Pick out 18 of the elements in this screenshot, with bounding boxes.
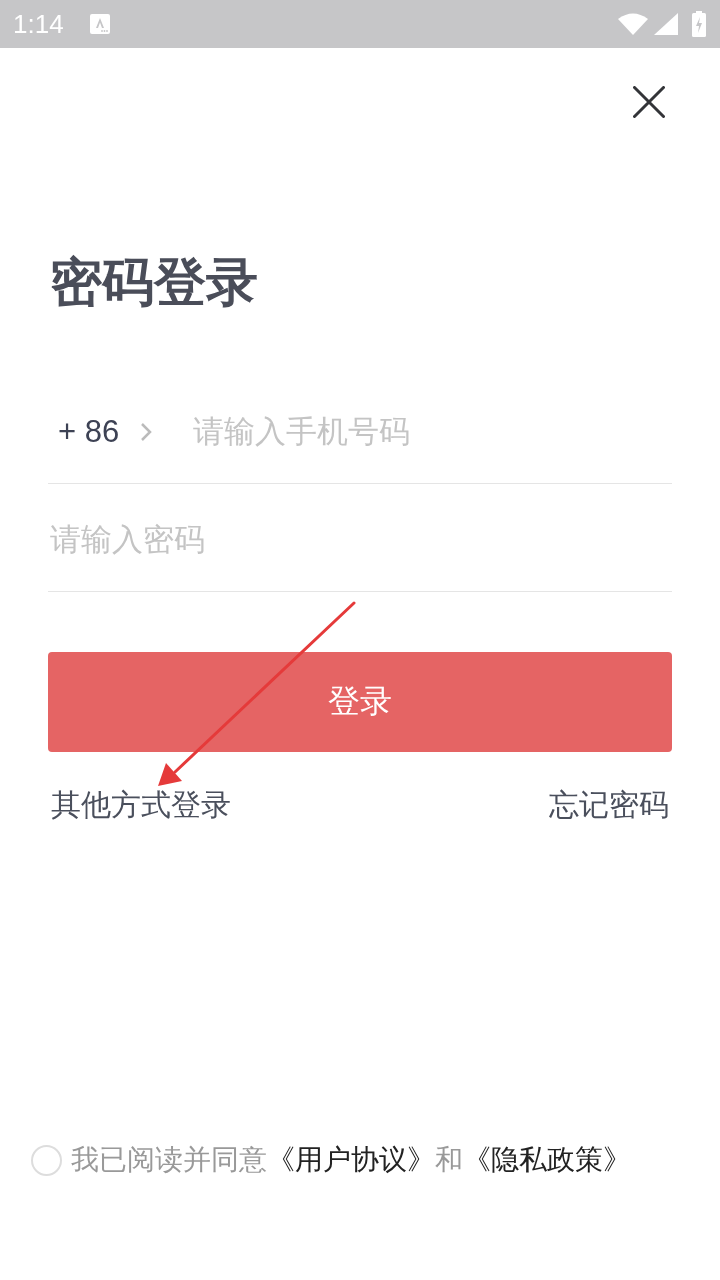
other-login-link[interactable]: 其他方式登录 bbox=[51, 788, 231, 822]
app-notification-icon bbox=[89, 14, 110, 34]
page-title: 密码登录 bbox=[49, 256, 258, 308]
forgot-password-link[interactable]: 忘记密码 bbox=[549, 788, 669, 822]
user-agreement-link[interactable]: 《用户协议》 bbox=[267, 1144, 435, 1175]
phone-input[interactable]: 请输入手机号码 bbox=[193, 409, 672, 454]
close-button[interactable] bbox=[633, 86, 665, 118]
agree-checkbox[interactable] bbox=[31, 1144, 62, 1176]
wifi-icon bbox=[618, 13, 648, 35]
battery-icon bbox=[692, 11, 706, 37]
status-time: 1:14 bbox=[13, 10, 64, 38]
password-input[interactable]: 请输入密码 bbox=[50, 517, 672, 562]
privacy-policy-link[interactable]: 《隐私政策》 bbox=[463, 1144, 631, 1175]
agreement-text: 我已阅读并同意《用户协议》和《隐私政策》 bbox=[71, 1143, 631, 1177]
chevron-icon bbox=[140, 421, 153, 442]
country-code-button[interactable]: + 86 bbox=[48, 411, 153, 452]
signal-icon bbox=[654, 13, 678, 35]
close-icon bbox=[633, 86, 665, 118]
